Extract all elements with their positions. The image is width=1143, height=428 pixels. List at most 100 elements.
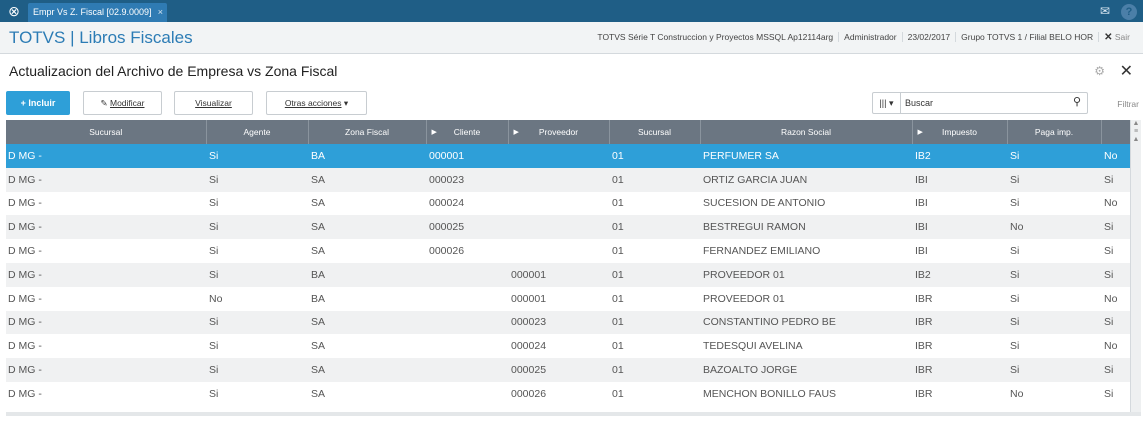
- table-cell: SA: [311, 245, 326, 258]
- table-cell: Si: [1007, 262, 1101, 287]
- vertical-scrollbar[interactable]: ▲ ≡ ▲: [1130, 120, 1141, 412]
- gear-icon[interactable]: ⚙: [1094, 64, 1105, 78]
- page-title: Actualizacion del Archivo de Empresa vs …: [9, 63, 338, 79]
- table-cell: [508, 144, 609, 168]
- table-cell: IBR: [915, 387, 933, 400]
- table-row[interactable]: D MG - Si SA 000023 01 ORTIZ GARCIA JUAN IBI Si…: [6, 167, 1130, 192]
- date-label[interactable]: 23/02/2017: [901, 32, 956, 42]
- table-cell: Si: [1010, 340, 1020, 353]
- table-cell: No: [1010, 387, 1024, 400]
- col-header-paga-imp[interactable]: Paga imp.: [1007, 120, 1102, 144]
- horizontal-scrollbar[interactable]: [6, 412, 1141, 416]
- table-cell: D MG -: [8, 292, 42, 305]
- table-cell: BA: [311, 292, 326, 305]
- table-cell: Si: [206, 262, 308, 287]
- table-cell: Si: [209, 340, 219, 353]
- visualizar-button[interactable]: Visualizar: [174, 91, 253, 115]
- table-cell: 000001: [426, 144, 508, 168]
- chevron-down-icon: ▾: [343, 98, 349, 108]
- table-cell: [426, 262, 508, 287]
- table-cell: 000023: [508, 310, 609, 335]
- modificar-button[interactable]: ✎ Modificar: [83, 91, 162, 115]
- table-cell: 000025: [508, 358, 609, 382]
- table-cell: [426, 382, 508, 406]
- search-box: ||| ▾ ⚲: [872, 92, 1088, 114]
- table-row[interactable]: D MG - Si SA 000023 01 CONSTANTINO PEDRO BE IB…: [6, 310, 1130, 335]
- table-row[interactable]: D MG - Si SA 000025 01 BESTREGUI RAMON IBI No Si: [6, 215, 1130, 240]
- table-cell: TEDESQUI AVELINA: [703, 340, 803, 353]
- table-cell: Si: [1101, 215, 1130, 240]
- search-input[interactable]: [905, 95, 1055, 111]
- table-cell: [426, 358, 508, 382]
- table-cell: 000023: [426, 167, 508, 192]
- tab-close-icon[interactable]: ×: [158, 3, 163, 22]
- col-header-zona-fiscal[interactable]: Zona Fiscal: [308, 120, 427, 144]
- table-cell: D MG -: [6, 167, 206, 192]
- otras-acciones-button[interactable]: Otras acciones ▾: [266, 91, 367, 115]
- table-cell: Si: [206, 310, 308, 335]
- modificar-label: Modificar: [110, 98, 145, 108]
- col-header-agente[interactable]: Agente: [206, 120, 309, 144]
- col-header-proveedor[interactable]: ▶ Proveedor: [508, 120, 610, 144]
- table-cell: Si: [206, 358, 308, 382]
- table-row[interactable]: D MG - Si BA 000001 01 PERFUMER SA IB2 Si No: [6, 144, 1130, 168]
- table-cell: D MG -: [8, 387, 42, 400]
- table-cell: No: [1101, 144, 1130, 168]
- close-icon: ✕: [1104, 32, 1113, 43]
- user-label[interactable]: Administrador: [838, 32, 902, 42]
- table-cell: Si: [1104, 245, 1114, 258]
- table-cell: Si: [1104, 387, 1114, 400]
- scroll-up-icon[interactable]: ▲: [1131, 120, 1141, 128]
- scroll-down-icon[interactable]: ▲: [1131, 136, 1141, 144]
- table-cell: IBI: [915, 197, 928, 210]
- expand-icon: ▶: [431, 129, 437, 136]
- col-header-sucursal[interactable]: Sucursal: [6, 120, 207, 144]
- branch-label[interactable]: Grupo TOTVS 1 / Filial BELO HOR: [955, 32, 1099, 42]
- pencil-icon: ✎: [100, 98, 108, 108]
- table-cell: SA: [311, 197, 326, 210]
- col-header-sucursal-2[interactable]: Sucursal: [609, 120, 701, 144]
- search-icon[interactable]: ⚲: [1073, 95, 1081, 108]
- filtrar-link[interactable]: Filtrar: [1117, 99, 1139, 109]
- table-cell: D MG -: [8, 197, 42, 210]
- mail-icon[interactable]: ✉: [1097, 3, 1113, 19]
- table-cell: 01: [609, 215, 700, 240]
- table-row[interactable]: D MG - Si SA 000024 01 SUCESION DE ANTONIO IBI…: [6, 192, 1130, 216]
- col-header-impuesto[interactable]: ▶ Impuesto: [912, 120, 1008, 144]
- table-row[interactable]: D MG - Si BA 000001 01 PROVEEDOR 01 IB2 Si Si: [6, 262, 1130, 287]
- table-cell: [426, 287, 508, 311]
- table-cell: D MG -: [8, 245, 42, 258]
- toolbar: + Incluir ✎ Modificar Visualizar Otras a…: [0, 88, 1143, 120]
- table-cell: 01: [612, 292, 624, 305]
- table-cell: No: [1007, 215, 1101, 240]
- app-header: TOTVS | Libros Fiscales TOTVS Série T Co…: [0, 22, 1143, 54]
- table-cell: 01: [609, 310, 700, 335]
- col-header-cliente[interactable]: ▶ Cliente: [426, 120, 509, 144]
- table-cell: [508, 215, 609, 240]
- incluir-button[interactable]: + Incluir: [6, 91, 70, 115]
- table-row[interactable]: D MG - Si SA 000025 01 BAZOALTO JORGE IBR Si Si: [6, 358, 1130, 382]
- scroll-handle[interactable]: ≡: [1131, 128, 1141, 136]
- table-cell: No: [1104, 197, 1118, 210]
- tab-empr-vs-zona-fiscal[interactable]: Empr Vs Z. Fiscal [02.9.0009] ×: [28, 3, 167, 22]
- table-cell: 000001: [511, 292, 547, 305]
- app-info: TOTVS Série T Construccion y Proyectos M…: [592, 32, 1135, 43]
- exit-button[interactable]: ✕ Sair: [1098, 32, 1135, 43]
- table-row[interactable]: D MG - No BA 000001 01 PROVEEDOR 01 IBR Si No: [6, 287, 1130, 311]
- table-cell: 000001: [508, 262, 609, 287]
- col-header-extra[interactable]: [1101, 120, 1130, 144]
- help-icon[interactable]: ?: [1121, 4, 1137, 20]
- table-row[interactable]: D MG - Si SA 000024 01 TEDESQUI AVELINA IBR Si N…: [6, 334, 1130, 358]
- close-icon[interactable]: ✕: [1120, 61, 1133, 81]
- table-row[interactable]: D MG - Si SA 000026 01 FERNANDEZ EMILIANO IBI S…: [6, 239, 1130, 263]
- table-row[interactable]: D MG - Si SA 000026 01 MENCHON BONILLO FAUS IB…: [6, 382, 1130, 406]
- columns-icon[interactable]: ||| ▾: [873, 93, 901, 113]
- col-header-razon-social[interactable]: Razon Social: [700, 120, 913, 144]
- table-cell: 000025: [426, 215, 508, 240]
- table-cell: IBR: [912, 358, 1007, 382]
- table-cell: [508, 167, 609, 192]
- grid-header-row: Sucursal Agente Zona Fiscal ▶ Cliente ▶ Pr…: [6, 120, 1130, 144]
- table-cell: 01: [609, 144, 700, 168]
- table-cell: CONSTANTINO PEDRO BE: [700, 310, 912, 335]
- table-cell: Si: [209, 245, 219, 258]
